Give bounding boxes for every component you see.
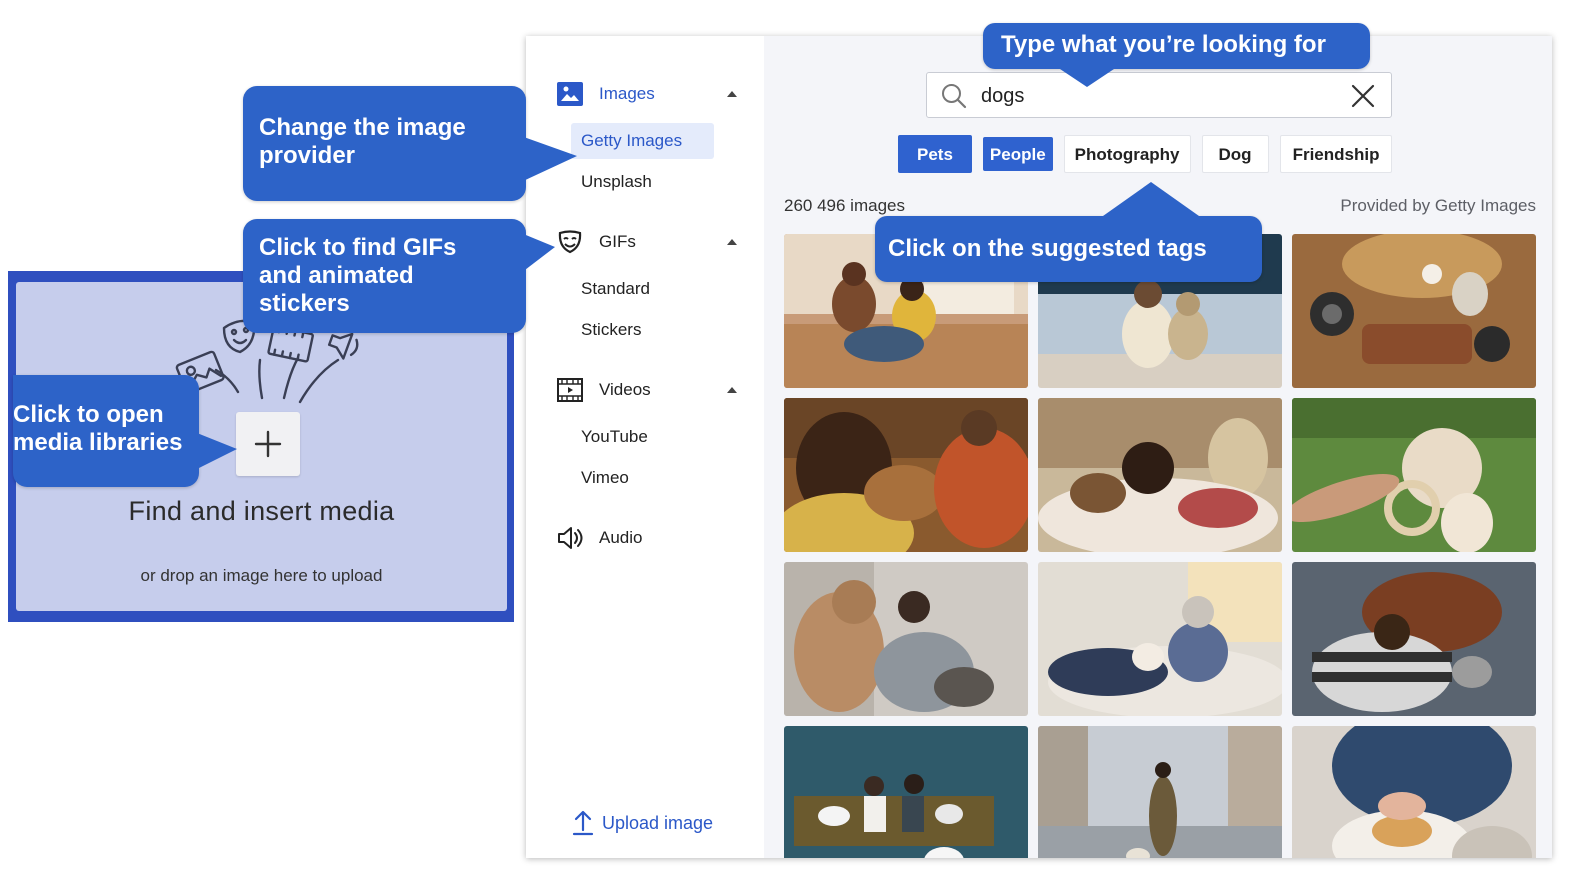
upload-icon — [572, 810, 594, 836]
sidebar-item-unsplash[interactable]: Unsplash — [571, 164, 662, 200]
callout-provider: Change the image provider — [243, 86, 577, 201]
theater-mask-icon — [557, 229, 583, 255]
image-result[interactable] — [1038, 726, 1282, 858]
sidebar-category-audio[interactable]: Audio — [557, 525, 737, 551]
tag-friendship[interactable]: Friendship — [1279, 135, 1393, 173]
image-result[interactable] — [1292, 726, 1536, 858]
callout-open: Click to open media libraries — [13, 375, 237, 487]
image-result[interactable] — [784, 562, 1028, 716]
upload-image-button[interactable]: Upload image — [572, 810, 713, 836]
image-result[interactable] — [1292, 562, 1536, 716]
sidebar-category-label: GIFs — [599, 232, 636, 251]
tag-people[interactable]: People — [982, 137, 1053, 171]
collapse-caret-icon[interactable] — [727, 91, 737, 97]
callout-tags: Click on the suggested tags — [875, 182, 1262, 282]
plus-icon — [254, 430, 282, 458]
sidebar-item-standard[interactable]: Standard — [571, 271, 660, 307]
search-icon — [942, 84, 967, 109]
callout-tags-text: Click on the suggested tags — [888, 235, 1207, 262]
tag-dog[interactable]: Dog — [1201, 135, 1269, 173]
sidebar-category-label: Images — [599, 84, 655, 103]
sidebar-category-label: Audio — [599, 528, 643, 547]
callout-gifs-text: Click to find GIFs and animated stickers — [259, 234, 457, 317]
provider-label: Provided by Getty Images — [1340, 196, 1536, 215]
open-media-library-button[interactable] — [236, 412, 300, 476]
image-results-grid — [784, 234, 1536, 858]
search-input[interactable] — [979, 81, 1343, 111]
sidebar-category-gifs[interactable]: GIFs — [557, 229, 737, 255]
media-results-panel: Pets People Photography Dog Friendship 2… — [764, 36, 1552, 858]
suggested-tags: Pets People Photography Dog Friendship — [898, 135, 1403, 173]
sidebar-item-stickers[interactable]: Stickers — [571, 312, 651, 348]
image-result[interactable] — [784, 398, 1028, 552]
callout-gifs: Click to find GIFs and animated stickers — [243, 219, 555, 333]
sidebar-category-images[interactable]: Images — [557, 81, 737, 107]
callout-provider-text: Change the image provider — [259, 114, 466, 169]
image-result[interactable] — [1292, 398, 1536, 552]
sidebar-item-getty-images[interactable]: Getty Images — [571, 123, 714, 159]
collapse-caret-icon[interactable] — [727, 239, 737, 245]
callout-open-text: Click to open media libraries — [13, 401, 183, 456]
tag-pets[interactable]: Pets — [898, 135, 972, 173]
sidebar-category-label: Videos — [599, 380, 651, 399]
results-count: 260 496 images — [784, 196, 905, 215]
callout-search: Type what you’re looking for — [983, 23, 1370, 87]
image-result[interactable] — [1292, 234, 1536, 388]
tag-photography[interactable]: Photography — [1063, 135, 1191, 173]
media-library-window: Images Getty Images Unsplash GIFs Standa… — [526, 36, 1552, 858]
sidebar-item-youtube[interactable]: YouTube — [571, 419, 658, 455]
film-icon — [557, 377, 583, 403]
sidebar-category-videos[interactable]: Videos — [557, 377, 737, 403]
search-box — [926, 72, 1392, 118]
sidebar-item-vimeo[interactable]: Vimeo — [571, 460, 639, 496]
image-icon — [557, 81, 583, 107]
collapse-caret-icon[interactable] — [727, 387, 737, 393]
close-icon[interactable] — [1351, 84, 1375, 108]
image-result[interactable] — [1038, 398, 1282, 552]
upload-image-label: Upload image — [602, 812, 714, 833]
dropzone-title: Find and insert media — [128, 496, 395, 526]
dropzone-subtitle: or drop an image here to upload — [140, 566, 383, 585]
speaker-icon — [557, 525, 583, 551]
callout-search-text: Type what you’re looking for — [1001, 31, 1326, 58]
image-result[interactable] — [1038, 562, 1282, 716]
image-result[interactable] — [784, 726, 1028, 858]
